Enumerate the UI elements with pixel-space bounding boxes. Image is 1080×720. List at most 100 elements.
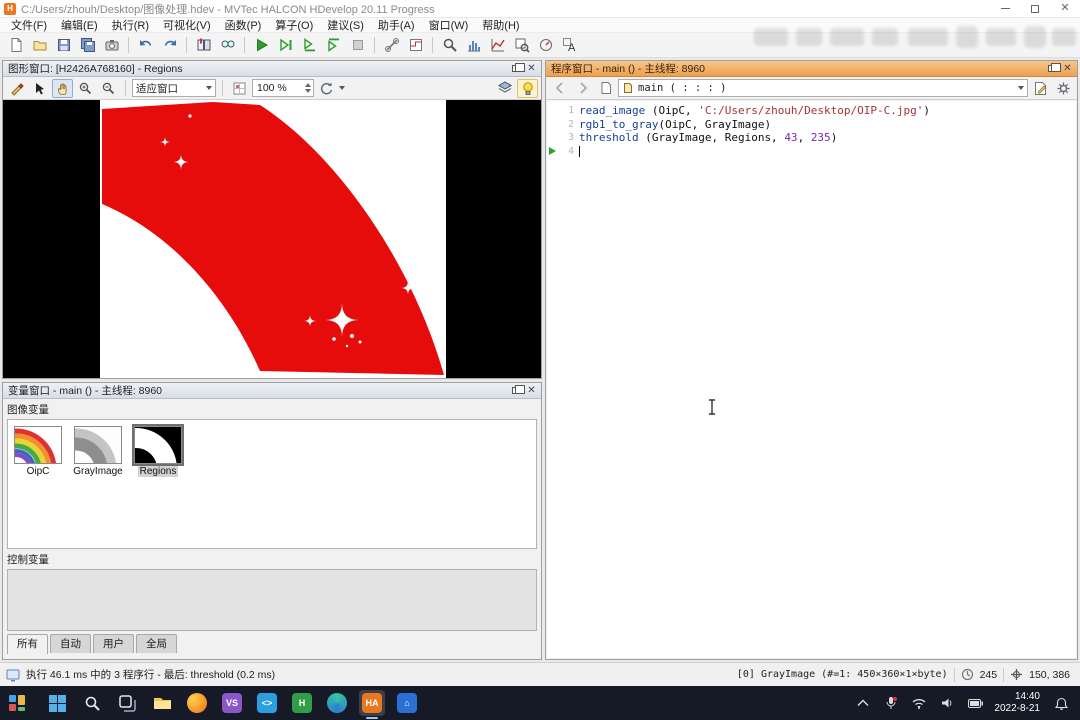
maximize-button[interactable] xyxy=(1020,0,1050,18)
edit-procedure-icon[interactable] xyxy=(1030,79,1051,98)
code-editor[interactable]: 1 read_image (OipC, 'C:/Users/zhouh/Deskt… xyxy=(547,101,1076,658)
line-gutter[interactable]: 2 xyxy=(547,118,579,132)
menu-item[interactable]: 算子(O) xyxy=(268,17,320,33)
feature-histogram-icon[interactable] xyxy=(486,35,509,56)
font-tool-icon[interactable]: A xyxy=(558,35,581,56)
zoom-out-icon[interactable] xyxy=(98,79,119,98)
program-float-button[interactable] xyxy=(1044,62,1061,75)
search-icon[interactable] xyxy=(79,690,105,716)
taskbar-clock[interactable]: 14:40 2022-8-21 xyxy=(990,691,1044,715)
save-all-icon[interactable] xyxy=(76,35,99,56)
variable-float-button[interactable] xyxy=(508,384,525,397)
minimize-button[interactable] xyxy=(990,0,1020,18)
zoom-window-icon[interactable] xyxy=(510,35,533,56)
tray-chevron-up-icon[interactable] xyxy=(852,691,874,715)
program-window-header[interactable]: 程序窗口 - main () - 主线程: 8960 ✕ xyxy=(546,61,1077,77)
procedure-settings-icon[interactable] xyxy=(1053,79,1074,98)
procedure-combo[interactable]: main ( : : : ) xyxy=(618,79,1028,97)
halcon-icon[interactable]: H xyxy=(289,690,315,716)
graphics-float-button[interactable] xyxy=(508,62,525,75)
menu-item[interactable]: 编辑(E) xyxy=(54,17,105,33)
spin-up-icon[interactable] xyxy=(305,83,311,87)
menu-item[interactable]: 窗口(W) xyxy=(422,17,476,33)
lightbulb-icon[interactable] xyxy=(517,78,538,98)
draw-pen-icon[interactable] xyxy=(6,79,27,98)
widgets-icon[interactable] xyxy=(4,690,30,716)
adapt-grid-icon[interactable] xyxy=(229,79,250,98)
spin-down-icon[interactable] xyxy=(305,89,311,93)
variable-tab[interactable]: 自动 xyxy=(50,634,91,653)
firefox-icon[interactable] xyxy=(184,690,210,716)
variable-thumb-grayimage[interactable]: GrayImage xyxy=(72,426,124,477)
notification-bell-icon[interactable] xyxy=(1050,691,1072,715)
line-gutter[interactable]: 1 xyxy=(547,104,579,118)
variable-tab[interactable]: 用户 xyxy=(93,634,134,653)
chevron-down-icon[interactable] xyxy=(339,86,345,90)
code-line[interactable]: 3 threshold (GrayImage, Regions, 43, 235) xyxy=(547,131,1076,145)
file-explorer-icon[interactable] xyxy=(149,690,175,716)
zoom-tool-icon[interactable] xyxy=(438,35,461,56)
zoom-in-icon[interactable] xyxy=(75,79,96,98)
variable-tab[interactable]: 所有 xyxy=(7,634,48,654)
open-file-icon[interactable] xyxy=(28,35,51,56)
start-icon[interactable] xyxy=(44,690,70,716)
nav-forward-icon[interactable] xyxy=(572,79,593,98)
save-file-icon[interactable] xyxy=(52,35,75,56)
menu-item[interactable]: 文件(F) xyxy=(4,17,54,33)
menu-item[interactable]: 建议(S) xyxy=(320,17,371,33)
undo-icon[interactable] xyxy=(134,35,157,56)
measure-tool-icon[interactable] xyxy=(534,35,557,56)
fit-mode-combo[interactable]: 适应窗口 xyxy=(132,79,216,97)
operator-reference-icon[interactable] xyxy=(192,35,215,56)
program-close-button[interactable]: ✕ xyxy=(1060,62,1075,75)
tray-battery-icon[interactable] xyxy=(964,691,986,715)
graphics-close-button[interactable]: ✕ xyxy=(524,62,539,75)
control-variables-area[interactable] xyxy=(7,569,537,631)
menu-item[interactable]: 可视化(V) xyxy=(156,17,218,33)
variable-window-header[interactable]: 变量窗口 - main () - 主线程: 8960 ✕ xyxy=(3,383,541,399)
nav-back-icon[interactable] xyxy=(549,79,570,98)
run-icon[interactable] xyxy=(250,35,273,56)
line-gutter[interactable]: 3 xyxy=(547,131,579,145)
step-out-icon[interactable] xyxy=(322,35,345,56)
hdevelop-taskbar-icon[interactable]: HA xyxy=(359,690,385,719)
tray-mic-icon[interactable] xyxy=(880,691,902,715)
gray-histogram-icon[interactable] xyxy=(462,35,485,56)
find-icon[interactable] xyxy=(216,35,239,56)
code-line[interactable]: 1 read_image (OipC, 'C:/Users/zhouh/Deskt… xyxy=(547,104,1076,118)
variable-tab[interactable]: 全局 xyxy=(136,634,177,653)
variable-close-button[interactable]: ✕ xyxy=(524,384,539,397)
store-icon[interactable]: ⌂ xyxy=(394,690,420,716)
select-arrow-icon[interactable] xyxy=(29,79,50,98)
attach-process-icon[interactable] xyxy=(380,35,403,56)
tray-volume-icon[interactable] xyxy=(936,691,958,715)
zoom-percent-spinner[interactable]: 100 % xyxy=(252,79,314,97)
reset-view-icon[interactable] xyxy=(316,79,337,98)
menu-item[interactable]: 帮助(H) xyxy=(475,17,526,33)
graphics-window-header[interactable]: 图形窗口: [H2426A768160] - Regions ✕ xyxy=(3,61,541,77)
code-line[interactable]: 2 rgb1_to_gray(OipC, GrayImage) xyxy=(547,118,1076,132)
code-line[interactable]: 4 xyxy=(547,145,1076,159)
layers-icon[interactable] xyxy=(494,79,515,98)
menu-item[interactable]: 函数(P) xyxy=(218,17,269,33)
pan-hand-icon[interactable] xyxy=(52,78,73,98)
visual-studio-icon[interactable]: VS xyxy=(219,690,245,716)
edge-icon[interactable] xyxy=(324,690,350,716)
step-over-icon[interactable] xyxy=(274,35,297,56)
close-button[interactable]: ✕ xyxy=(1050,0,1080,18)
menu-item[interactable]: 执行(R) xyxy=(105,17,156,33)
tray-network-icon[interactable] xyxy=(908,691,930,715)
menu-item[interactable]: 助手(A) xyxy=(371,17,422,33)
variable-thumb-regions[interactable]: Regions xyxy=(132,424,184,477)
threshold-tool-icon[interactable] xyxy=(404,35,427,56)
step-into-icon[interactable] xyxy=(298,35,321,56)
capture-window-icon[interactable] xyxy=(100,35,123,56)
task-view-icon[interactable] xyxy=(114,690,140,716)
stop-icon[interactable] xyxy=(346,35,369,56)
line-gutter[interactable]: 4 xyxy=(547,145,579,159)
vscode-icon[interactable]: <> xyxy=(254,690,280,716)
graphics-canvas[interactable] xyxy=(3,100,541,378)
redo-icon[interactable] xyxy=(158,35,181,56)
new-file-icon[interactable] xyxy=(4,35,27,56)
variable-thumb-oipc[interactable]: OipC xyxy=(12,426,64,477)
